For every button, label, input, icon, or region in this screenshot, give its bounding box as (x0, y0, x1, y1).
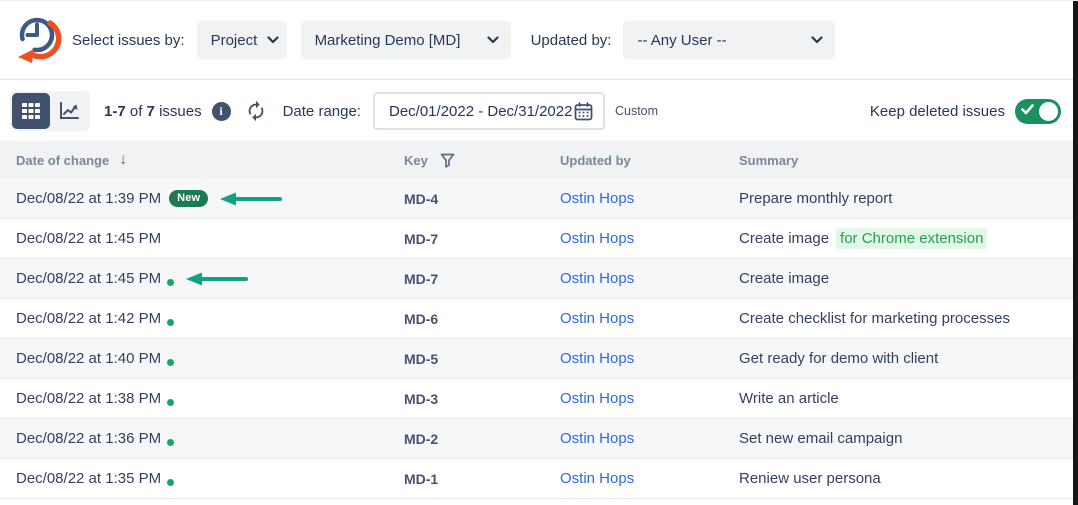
issue-key: MD-3 (404, 391, 438, 407)
updated-by-link[interactable]: Ostin Hops (560, 470, 634, 487)
user-selector-value: -- Any User -- (637, 32, 726, 49)
annotation-arrow-icon (186, 272, 248, 286)
chevron-down-icon (811, 36, 823, 44)
change-date: Dec/08/22 at 1:45 PM (16, 230, 161, 247)
issue-selector-value: Project (211, 32, 258, 49)
table-view-button[interactable] (12, 93, 50, 129)
table-row[interactable]: Dec/08/22 at 1:40 PM MD-5 Ostin Hops Get… (0, 339, 1073, 379)
issue-selector-dropdown[interactable]: Project (197, 21, 287, 59)
new-change-dot (167, 359, 174, 366)
change-date: Dec/08/22 at 1:40 PM (16, 350, 161, 367)
table-header-row: Date of change ↓ Key Updated by Summary (0, 141, 1073, 179)
new-change-dot (167, 279, 174, 286)
project-selector-dropdown[interactable]: Marketing Demo [MD] (301, 21, 511, 59)
change-date: Dec/08/22 at 1:45 PM (16, 270, 161, 287)
issue-count: 1-7 of 7 issues (104, 103, 202, 120)
info-icon[interactable]: i (212, 102, 231, 121)
toggle-knob (1039, 102, 1058, 121)
grid-icon (22, 103, 40, 119)
keep-deleted-issues-label: Keep deleted issues (870, 103, 1005, 120)
new-change-dot (167, 319, 174, 326)
calendar-icon[interactable] (574, 102, 593, 121)
table-row[interactable]: Dec/08/22 at 1:42 PM MD-6 Ostin Hops Cre… (0, 299, 1073, 339)
sort-descending-icon[interactable]: ↓ (119, 151, 127, 169)
summary-text: Prepare monthly report (739, 190, 892, 207)
filter-icon[interactable] (440, 153, 455, 168)
new-badge: New (169, 190, 208, 207)
updated-by-link[interactable]: Ostin Hops (560, 310, 634, 327)
summary-text: Write an article (739, 390, 839, 407)
issue-key: MD-5 (404, 351, 438, 367)
annotation-arrow-icon (220, 192, 282, 206)
table-row[interactable]: Dec/08/22 at 1:36 PM MD-2 Ostin Hops Set… (0, 419, 1073, 459)
change-date: Dec/08/22 at 1:39 PM (16, 190, 161, 207)
table-row[interactable]: Dec/08/22 at 1:45 PM MD-7 Ostin Hops Cre… (0, 219, 1073, 259)
column-key: Key (404, 153, 428, 168)
check-icon (1021, 104, 1034, 115)
updated-by-link[interactable]: Ostin Hops (560, 390, 634, 407)
summary-text: Create checklist for marketing processes (739, 310, 1010, 327)
chevron-down-icon (267, 36, 279, 44)
date-range-mode-label: Custom (615, 104, 658, 118)
summary-text: Create image (739, 230, 829, 247)
issue-key: MD-7 (404, 231, 438, 247)
change-date: Dec/08/22 at 1:35 PM (16, 470, 161, 487)
toolbar: 1-7 of 7 issues i Date range: Dec/01/202… (0, 81, 1073, 141)
table-row[interactable]: Dec/08/22 at 1:35 PM MD-1 Ostin Hops Ren… (0, 459, 1073, 499)
date-range-label: Date range: (283, 103, 361, 120)
user-selector-dropdown[interactable]: -- Any User -- (623, 21, 835, 59)
updated-by-link[interactable]: Ostin Hops (560, 350, 634, 367)
issue-key: MD-6 (404, 311, 438, 327)
issues-table: Date of change ↓ Key Updated by Summary … (0, 141, 1073, 499)
updated-by-label: Updated by: (531, 32, 612, 49)
top-filter-bar: Select issues by: Project Marketing Demo… (0, 1, 1073, 80)
updated-by-link[interactable]: Ostin Hops (560, 230, 634, 247)
view-toggle-group (10, 91, 90, 131)
issue-key: MD-7 (404, 271, 438, 287)
date-range-value: Dec/01/2022 - Dec/31/2022 (389, 103, 572, 120)
project-selector-value: Marketing Demo [MD] (315, 32, 461, 49)
updated-by-link[interactable]: Ostin Hops (560, 430, 634, 447)
summary-text: Create image (739, 270, 829, 287)
updated-by-link[interactable]: Ostin Hops (560, 190, 634, 207)
line-chart-icon (59, 102, 79, 120)
summary-text: Get ready for demo with client (739, 350, 938, 367)
table-row[interactable]: Dec/08/22 at 1:45 PM MD-7 Ostin Hops Cre… (0, 259, 1073, 299)
new-change-dot (167, 439, 174, 446)
chart-view-button[interactable] (50, 93, 88, 129)
table-row[interactable]: Dec/08/22 at 1:38 PM MD-3 Ostin Hops Wri… (0, 379, 1073, 419)
summary-text: Set new email campaign (739, 430, 902, 447)
summary-text: Reniew user persona (739, 470, 881, 487)
summary-highlight: for Chrome extension (836, 228, 987, 249)
change-date: Dec/08/22 at 1:36 PM (16, 430, 161, 447)
table-row[interactable]: Dec/08/22 at 1:39 PM New MD-4 Ostin Hops… (0, 179, 1073, 219)
column-date-of-change: Date of change (16, 153, 109, 168)
change-date: Dec/08/22 at 1:38 PM (16, 390, 161, 407)
issue-key: MD-4 (404, 191, 438, 207)
new-change-dot (167, 399, 174, 406)
change-date: Dec/08/22 at 1:42 PM (16, 310, 161, 327)
chevron-down-icon (487, 36, 499, 44)
keep-deleted-issues-toggle[interactable] (1015, 99, 1061, 124)
table-body: Dec/08/22 at 1:39 PM New MD-4 Ostin Hops… (0, 179, 1073, 499)
column-summary: Summary (739, 153, 798, 168)
new-change-dot (167, 479, 174, 486)
updated-by-link[interactable]: Ostin Hops (560, 270, 634, 287)
date-range-input[interactable]: Dec/01/2022 - Dec/31/2022 (373, 92, 605, 130)
app-window: Select issues by: Project Marketing Demo… (0, 0, 1078, 505)
window-edge (1073, 1, 1078, 505)
time-in-status-logo-icon (10, 11, 62, 69)
column-updated-by: Updated by (560, 153, 631, 168)
refresh-icon[interactable] (245, 100, 267, 122)
issue-key: MD-2 (404, 431, 438, 447)
issue-key: MD-1 (404, 471, 438, 487)
select-issues-by-label: Select issues by: (72, 32, 185, 49)
